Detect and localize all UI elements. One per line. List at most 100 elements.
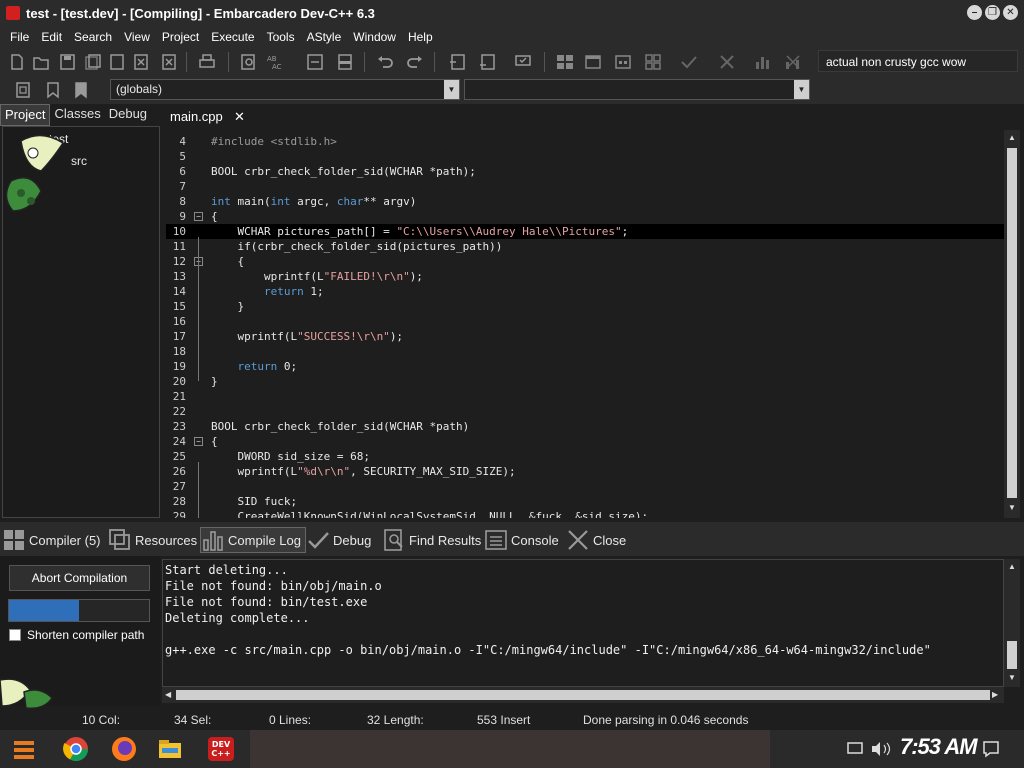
open-file-icon[interactable]	[30, 52, 52, 72]
code-line[interactable]: 27	[166, 479, 1004, 494]
new-project-icon[interactable]	[446, 52, 468, 72]
fold-toggle-icon[interactable]: −	[194, 437, 203, 446]
remove-from-project-icon[interactable]	[476, 52, 498, 72]
abort-compilation-button[interactable]: Abort Compilation	[9, 565, 150, 591]
code-line[interactable]: 29 CreateWellKnownSid(WinLocalSystemSid,…	[166, 509, 1004, 518]
code-line[interactable]: 26 wprintf(L"%d\r\n", SECURITY_MAX_SID_S…	[166, 464, 1004, 479]
tab-resources[interactable]: Resources	[108, 527, 197, 553]
code-line[interactable]: 21	[166, 389, 1004, 404]
code-line[interactable]: 15 }	[166, 299, 1004, 314]
toggle-panel-icon[interactable]	[334, 52, 356, 72]
code-line[interactable]: 5	[166, 149, 1004, 164]
code-line[interactable]: 12− {	[166, 254, 1004, 269]
close-window-button[interactable]: ✕	[1003, 5, 1018, 20]
log-horizontal-scrollbar[interactable]: ◀ ▶	[162, 687, 1004, 703]
code-line[interactable]: 20}	[166, 374, 1004, 389]
tab-debug[interactable]: Debug	[105, 104, 151, 126]
goto-bookmark-icon[interactable]	[70, 80, 92, 100]
code-line[interactable]: 22	[166, 404, 1004, 419]
goto-line-icon[interactable]	[304, 52, 326, 72]
compile-run-icon[interactable]	[612, 52, 634, 72]
menu-execute[interactable]: Execute	[205, 26, 260, 48]
chrome-icon[interactable]	[62, 735, 90, 763]
save-icon[interactable]	[56, 52, 78, 72]
scroll-right-icon[interactable]: ▶	[992, 690, 998, 699]
shorten-compiler-path-option[interactable]: Shorten compiler path	[9, 628, 144, 642]
chevron-down-icon[interactable]: ▼	[444, 80, 459, 99]
code-line[interactable]: 23 BOOL crbr_check_folder_sid(WCHAR *path…	[166, 419, 1004, 434]
code-line[interactable]: 18	[166, 344, 1004, 359]
code-line[interactable]: 17 wprintf(L"SUCCESS!\r\n");	[166, 329, 1004, 344]
menu-help[interactable]: Help	[402, 26, 439, 48]
code-line[interactable]: 13 wprintf(L"FAILED!\r\n");	[166, 269, 1004, 284]
scroll-up-icon[interactable]: ▲	[1008, 133, 1016, 142]
tab-classes[interactable]: Classes	[50, 104, 104, 126]
tab-find-results[interactable]: Find Results	[382, 527, 481, 553]
code-line[interactable]: 25 DWORD sid_size = 68;	[166, 449, 1004, 464]
menu-tools[interactable]: Tools	[261, 26, 301, 48]
firefox-icon[interactable]	[110, 735, 138, 763]
scroll-left-icon[interactable]: ◀	[165, 690, 171, 699]
code-line[interactable]: 16	[166, 314, 1004, 329]
stop-execution-icon[interactable]	[716, 52, 738, 72]
delete-profile-icon[interactable]	[782, 52, 804, 72]
code-line[interactable]: 24−{	[166, 434, 1004, 449]
redo-icon[interactable]	[404, 52, 426, 72]
tab-close[interactable]: Close	[566, 527, 626, 553]
undo-icon[interactable]	[374, 52, 396, 72]
code-line[interactable]: 6 BOOL crbr_check_folder_sid(WCHAR *path)…	[166, 164, 1004, 179]
compile-icon[interactable]	[554, 52, 576, 72]
tab-main-cpp[interactable]: main.cpp	[170, 107, 223, 127]
file-explorer-icon[interactable]	[156, 735, 184, 763]
log-scroll-thumb[interactable]	[1007, 641, 1017, 669]
menu-astyle[interactable]: AStyle	[301, 26, 348, 48]
code-line[interactable]: 4 #include <stdlib.h>	[166, 134, 1004, 149]
find-icon[interactable]	[238, 52, 260, 72]
menu-search[interactable]: Search	[68, 26, 118, 48]
syntax-check-icon[interactable]	[678, 52, 700, 72]
profile-icon[interactable]	[752, 52, 774, 72]
menu-file[interactable]: File	[4, 26, 35, 48]
compile-log-output[interactable]: Start deleting... File not found: bin/obj…	[162, 559, 1004, 687]
start-button-icon[interactable]	[10, 735, 38, 763]
fold-toggle-icon[interactable]: −	[194, 212, 203, 221]
run-icon[interactable]	[582, 52, 604, 72]
log-hscroll-thumb[interactable]	[176, 690, 990, 700]
scroll-up-icon[interactable]: ▲	[1008, 562, 1016, 571]
tab-project[interactable]: Project	[0, 104, 51, 126]
menu-window[interactable]: Window	[347, 26, 402, 48]
replace-icon[interactable]: AB AC	[264, 52, 286, 72]
tab-debug-output[interactable]: Debug	[306, 527, 371, 553]
save-all-icon[interactable]	[82, 52, 104, 72]
log-vertical-scrollbar[interactable]: ▲ ▼	[1004, 559, 1020, 687]
project-options-icon[interactable]	[512, 52, 534, 72]
close-project-icon[interactable]	[158, 52, 180, 72]
toggle-bookmark-icon[interactable]	[42, 80, 64, 100]
code-line[interactable]: 11 if(crbr_check_folder_sid(pictures_pat…	[166, 239, 1004, 254]
tab-compile-log[interactable]: Compile Log	[200, 527, 306, 553]
code-line[interactable]: 19 return 0;	[166, 359, 1004, 374]
new-file-icon[interactable]	[6, 52, 28, 72]
insert-code-icon[interactable]	[12, 80, 34, 100]
scope-select[interactable]: (globals) ▼	[110, 79, 460, 100]
devcpp-taskbar-icon[interactable]: DEVC++	[206, 735, 236, 763]
shorten-compiler-path-checkbox[interactable]	[9, 629, 21, 641]
compiler-set-select[interactable]: actual non crusty gcc wow	[818, 50, 1018, 72]
rebuild-icon[interactable]	[642, 52, 664, 72]
code-line[interactable]: 7	[166, 179, 1004, 194]
code-line[interactable]: 28 SID fuck;	[166, 494, 1004, 509]
scroll-down-icon[interactable]: ▼	[1008, 503, 1016, 512]
tab-compiler[interactable]: Compiler (5)	[2, 527, 101, 553]
editor-vertical-scrollbar[interactable]: ▲ ▼	[1004, 130, 1020, 518]
close-all-icon[interactable]	[130, 52, 152, 72]
notifications-icon[interactable]	[982, 740, 1000, 758]
menu-view[interactable]: View	[118, 26, 156, 48]
close-file-icon[interactable]	[106, 52, 128, 72]
maximize-button[interactable]: ❐	[985, 5, 1000, 20]
scroll-down-icon[interactable]: ▼	[1008, 673, 1016, 682]
close-tab-icon[interactable]: ✕	[234, 107, 245, 127]
function-select[interactable]: ▼	[464, 79, 810, 100]
print-icon[interactable]	[196, 52, 218, 72]
code-line[interactable]: 10 WCHAR pictures_path[] = "C:\\Users\\A…	[166, 224, 1004, 239]
code-line[interactable]: 8 int main(int argc, char** argv)	[166, 194, 1004, 209]
